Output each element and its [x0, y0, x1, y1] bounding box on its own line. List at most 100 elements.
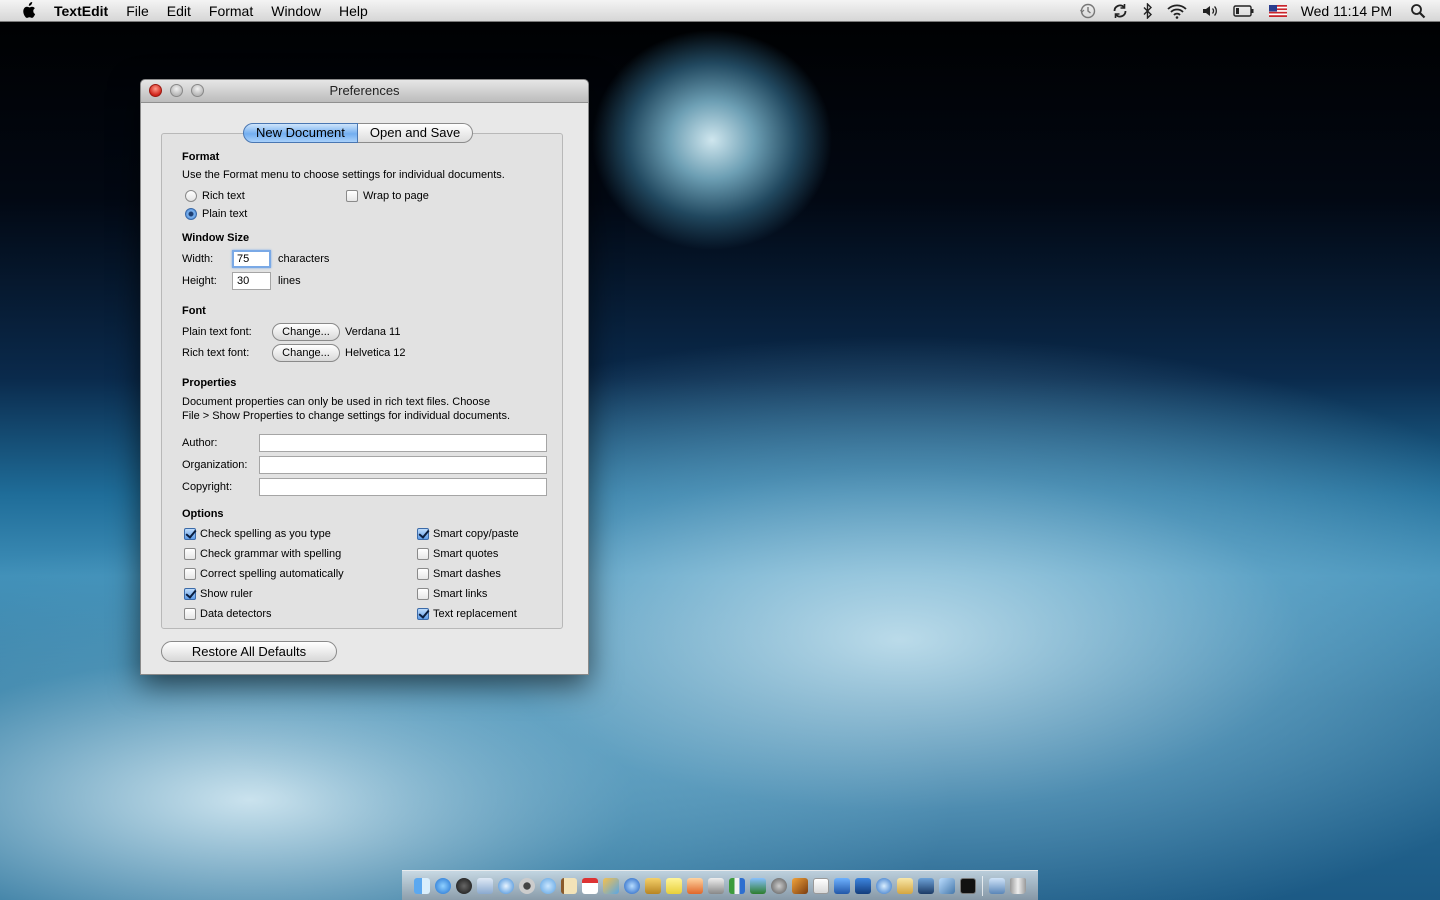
- photo-app-icon[interactable]: [603, 877, 619, 894]
- smart-quotes-checkbox[interactable]: [417, 548, 429, 560]
- rich-text-font-change-button[interactable]: Change...: [272, 344, 340, 362]
- battery-icon[interactable]: [1232, 5, 1255, 17]
- stack-folder-icon[interactable]: [989, 877, 1005, 894]
- trash-icon[interactable]: [1010, 877, 1026, 894]
- width-unit-label: characters: [278, 253, 330, 265]
- notes-icon[interactable]: [897, 877, 913, 894]
- smart-copy-paste-label: Smart copy/paste: [433, 528, 519, 540]
- spotlight-search-icon[interactable]: [1410, 3, 1426, 19]
- text-replacement-label: Text replacement: [433, 608, 517, 620]
- data-detectors-checkbox[interactable]: [184, 608, 196, 620]
- check-spelling-checkbox[interactable]: [184, 528, 196, 540]
- bluetooth-icon[interactable]: [1143, 3, 1153, 19]
- finder-icon[interactable]: [414, 877, 430, 894]
- smart-links-label: Smart links: [433, 588, 488, 600]
- ical-icon[interactable]: [582, 877, 598, 894]
- aperture-icon[interactable]: [918, 877, 934, 894]
- restore-all-defaults-button[interactable]: Restore All Defaults: [161, 641, 337, 662]
- height-input[interactable]: [232, 272, 271, 290]
- plain-text-font-label: Plain text font:: [182, 326, 252, 338]
- plain-text-font-change-button[interactable]: Change...: [272, 323, 340, 341]
- automator-icon[interactable]: [771, 877, 787, 894]
- stickies-icon[interactable]: [666, 877, 682, 894]
- menu-app-textedit[interactable]: TextEdit: [54, 3, 108, 19]
- properties-description-line2: File > Show Properties to change setting…: [182, 410, 511, 422]
- menu-bar: TextEdit File Edit Format Window Help We…: [0, 0, 1440, 22]
- mail-icon[interactable]: [477, 877, 493, 894]
- correct-spelling-checkbox[interactable]: [184, 568, 196, 580]
- dock-separator: [982, 875, 983, 896]
- textedit-icon[interactable]: [813, 877, 829, 894]
- iphoto-icon[interactable]: [750, 877, 766, 894]
- show-ruler-label: Show ruler: [200, 588, 253, 600]
- check-grammar-checkbox[interactable]: [184, 548, 196, 560]
- smart-dashes-checkbox[interactable]: [417, 568, 429, 580]
- properties-description-line1: Document properties can only be used in …: [182, 396, 491, 408]
- sync-icon[interactable]: [1111, 2, 1129, 20]
- pages-icon[interactable]: [855, 877, 871, 894]
- check-spelling-label: Check spelling as you type: [200, 528, 331, 540]
- script-editor-icon[interactable]: [708, 877, 724, 894]
- options-heading: Options: [182, 508, 224, 520]
- menu-format[interactable]: Format: [209, 3, 253, 19]
- minimize-button[interactable]: [170, 84, 183, 97]
- menu-edit[interactable]: Edit: [167, 3, 191, 19]
- correct-spelling-label: Correct spelling automatically: [200, 568, 344, 580]
- rich-text-font-label: Rich text font:: [182, 347, 250, 359]
- zoom-button[interactable]: [191, 84, 204, 97]
- organization-input[interactable]: [259, 456, 547, 474]
- app-store-icon[interactable]: [435, 877, 451, 894]
- spotlight-app-icon[interactable]: [876, 877, 892, 894]
- copyright-label: Copyright:: [182, 481, 233, 493]
- wrap-to-page-label: Wrap to page: [363, 190, 429, 202]
- smart-links-checkbox[interactable]: [417, 588, 429, 600]
- plain-text-radio[interactable]: [185, 208, 197, 220]
- ichat-icon[interactable]: [540, 877, 556, 894]
- safari-icon[interactable]: [498, 877, 514, 894]
- utility-icon[interactable]: [939, 877, 955, 894]
- smart-dashes-label: Smart dashes: [433, 568, 501, 580]
- wrap-to-page-checkbox[interactable]: [346, 190, 358, 202]
- window-size-heading: Window Size: [182, 232, 250, 244]
- itunes-icon[interactable]: [624, 877, 640, 894]
- menubar-clock[interactable]: Wed 11:14 PM: [1301, 3, 1392, 19]
- width-input[interactable]: [232, 250, 271, 268]
- address-book-icon[interactable]: [561, 877, 577, 894]
- menu-file[interactable]: File: [126, 3, 149, 19]
- tab-open-and-save[interactable]: Open and Save: [357, 123, 474, 143]
- window-titlebar[interactable]: Preferences: [141, 80, 588, 103]
- camera-icon[interactable]: [519, 877, 535, 894]
- garageband-icon[interactable]: [792, 877, 808, 894]
- time-machine-icon[interactable]: [1079, 2, 1097, 20]
- text-replacement-checkbox[interactable]: [417, 608, 429, 620]
- copyright-input[interactable]: [259, 478, 547, 496]
- tab-bar: New Document Open and Save: [243, 123, 474, 143]
- dock: [402, 870, 1038, 900]
- xcode-icon[interactable]: [834, 877, 850, 894]
- close-button[interactable]: [149, 84, 162, 97]
- plain-text-label: Plain text: [202, 208, 248, 220]
- menu-help[interactable]: Help: [339, 3, 368, 19]
- terminal-icon[interactable]: [960, 877, 976, 894]
- numbers-icon[interactable]: [729, 877, 745, 894]
- window-title: Preferences: [329, 83, 400, 98]
- show-ruler-checkbox[interactable]: [184, 588, 196, 600]
- font-heading: Font: [182, 305, 206, 317]
- wifi-icon[interactable]: [1167, 3, 1187, 19]
- height-unit-label: lines: [278, 275, 301, 287]
- smart-copy-paste-checkbox[interactable]: [417, 528, 429, 540]
- rich-text-radio[interactable]: [185, 190, 197, 202]
- smart-quotes-label: Smart quotes: [433, 548, 499, 560]
- width-label: Width:: [182, 253, 214, 265]
- volume-icon[interactable]: [1201, 3, 1219, 19]
- author-input[interactable]: [259, 434, 547, 452]
- menu-window[interactable]: Window: [271, 3, 321, 19]
- organization-label: Organization:: [182, 459, 248, 471]
- preview-icon[interactable]: [645, 877, 661, 894]
- keynote-icon[interactable]: [687, 877, 703, 894]
- dashboard-icon[interactable]: [456, 877, 472, 894]
- tab-new-document[interactable]: New Document: [243, 123, 358, 143]
- apple-menu-icon[interactable]: [18, 1, 38, 21]
- input-source-flag-icon[interactable]: [1268, 5, 1287, 17]
- check-grammar-label: Check grammar with spelling: [200, 548, 342, 560]
